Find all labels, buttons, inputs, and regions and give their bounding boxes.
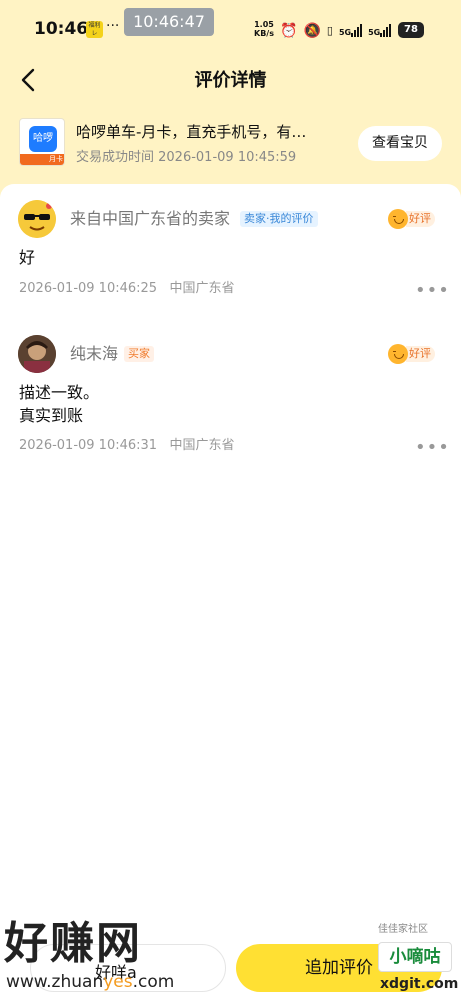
avatar[interactable]	[18, 200, 56, 238]
watermark-url: www.zhuanyes.com	[6, 972, 174, 992]
rating-badge: 好评	[388, 344, 435, 364]
notification-badge-icon: 福利 レ	[86, 21, 103, 38]
review-meta: 2026-01-09 10:46:31 中国广东省	[19, 437, 235, 455]
hello-app-icon: 哈啰	[29, 126, 57, 152]
reviewer-name[interactable]: 纯末海	[70, 343, 118, 365]
watermark-title: 好赚网	[4, 918, 142, 969]
page-title: 评价详情	[194, 70, 267, 91]
smiley-icon	[388, 344, 408, 364]
watermark-logo: 小嘀咕	[378, 942, 452, 972]
smiley-icon	[388, 209, 408, 229]
thumb-tag: 月卡	[49, 155, 63, 163]
review-date: 2026-01-09 10:46:25	[19, 281, 158, 296]
status-bar: 10:46 福利 レ ··· 10:46:47 1.05 KB/s ⏰ 🔕 ▯ …	[0, 0, 461, 60]
product-thumbnail[interactable]: 哈啰 月卡	[19, 118, 65, 166]
review-meta: 2026-01-09 10:46:25 中国广东省	[19, 280, 235, 298]
alarm-icon: ⏰	[280, 22, 298, 39]
speed-value: 1.05	[254, 20, 274, 29]
watermark-url: xdgit.com	[380, 976, 459, 992]
cellular-signal-1-icon: 5G	[338, 24, 363, 37]
rating-label: 好评	[406, 211, 435, 227]
watermark-right: 佳佳家社区 小嘀咕 xdgit.com	[378, 924, 458, 996]
rating-badge: 好评	[388, 209, 435, 229]
status-icons: ⏰ 🔕 ▯ 5G 5G	[280, 21, 415, 40]
role-tag: 买家	[124, 346, 154, 362]
reviewer-name[interactable]: 来自中国广东省的卖家	[70, 208, 230, 230]
trade-time: 交易成功时间 2026-01-09 10:45:59	[76, 150, 297, 165]
watermark-caption: 佳佳家社区	[378, 924, 428, 935]
avatar[interactable]	[18, 335, 56, 373]
cellular-signal-2-icon: 5G	[368, 24, 392, 37]
more-options-icon[interactable]: •••	[415, 282, 450, 300]
more-options-icon[interactable]: •••	[415, 439, 450, 457]
rating-label: 好评	[406, 346, 435, 362]
review-location: 中国广东省	[169, 438, 235, 453]
review-text: 好	[19, 248, 36, 267]
battery-icon: 78	[398, 22, 424, 38]
watermark-left: 好赚网 www.zhuanyes.com	[4, 918, 194, 996]
view-item-button[interactable]: 查看宝贝	[358, 126, 442, 161]
watermark-url-highlight: yes	[103, 972, 133, 992]
network-speed: 1.05 KB/s	[254, 20, 274, 38]
mute-icon: 🔕	[303, 22, 321, 39]
network-type-1: 5G	[338, 28, 352, 37]
product-name[interactable]: 哈啰单车-月卡，直充手机号，有…	[76, 122, 342, 142]
status-time: 10:46	[34, 19, 89, 39]
status-more-icon: ···	[106, 18, 120, 34]
network-type-2: 5G	[368, 28, 381, 37]
screenshot-timestamp: 10:46:47	[124, 8, 214, 36]
sim-x-icon: ▯	[326, 23, 333, 37]
review-location: 中国广东省	[169, 281, 235, 296]
review-date: 2026-01-09 10:46:31	[19, 438, 158, 453]
watermark-url-part: www.zhuan	[6, 972, 104, 992]
review-text: 描述一致。	[19, 383, 100, 402]
reviews-card	[0, 184, 461, 1000]
role-tag: 卖家·我的评价	[240, 211, 318, 227]
speed-unit: KB/s	[254, 29, 274, 38]
watermark-url-part: .com	[132, 972, 175, 992]
review-text: 真实到账	[19, 406, 84, 425]
